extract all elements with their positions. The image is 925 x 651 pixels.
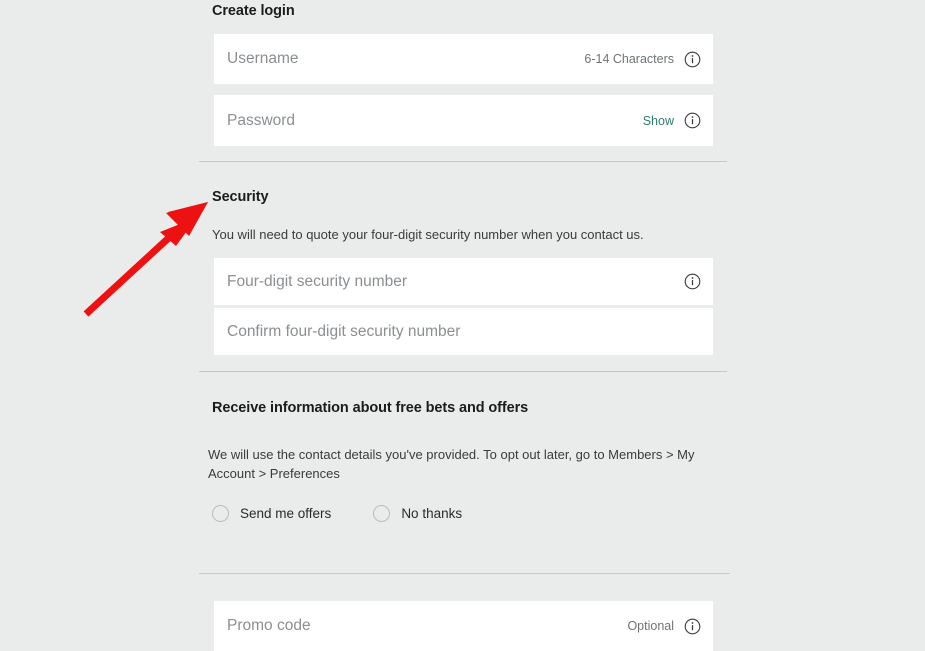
info-circle-icon[interactable] bbox=[684, 51, 701, 68]
info-circle-icon[interactable] bbox=[684, 618, 701, 635]
promo-code-hint: Optional bbox=[627, 619, 674, 633]
security-heading: Security bbox=[212, 189, 269, 205]
username-placeholder: Username bbox=[227, 50, 299, 67]
divider-after-offers bbox=[199, 573, 730, 574]
four-digit-security-number-field[interactable]: Four-digit security number bbox=[214, 258, 713, 305]
password-placeholder: Password bbox=[227, 111, 296, 129]
radio-send-me-offers-label: Send me offers bbox=[240, 506, 332, 521]
username-field[interactable]: Username 6-14 Characters bbox=[214, 34, 713, 84]
four-digit-security-number-placeholder: Four-digit security number bbox=[227, 272, 408, 290]
divider-after-create-login bbox=[199, 161, 727, 162]
radio-circle[interactable] bbox=[212, 505, 229, 522]
offers-heading: Receive information about free bets and … bbox=[212, 400, 529, 416]
username-hint: 6-14 Characters bbox=[584, 52, 674, 66]
radio-no-thanks[interactable]: No thanks bbox=[373, 505, 462, 522]
radio-circle[interactable] bbox=[373, 505, 391, 522]
radio-send-me-offers[interactable]: Send me offers bbox=[212, 505, 331, 522]
offers-radio-row: Send me offers No thanks bbox=[212, 505, 462, 522]
create-login-heading: Create login bbox=[212, 3, 295, 19]
confirm-four-digit-security-number-placeholder: Confirm four-digit security number bbox=[227, 322, 461, 340]
registration-form-page: Create login Username 6-14 Characters Pa… bbox=[0, 0, 925, 651]
radio-no-thanks-label: No thanks bbox=[401, 506, 463, 521]
divider-after-security bbox=[199, 371, 727, 372]
password-show-link[interactable]: Show bbox=[643, 114, 674, 128]
password-field[interactable]: Password Show bbox=[214, 95, 713, 146]
promo-code-field[interactable]: Promo code Optional bbox=[214, 601, 713, 651]
info-circle-icon[interactable] bbox=[684, 273, 701, 290]
offers-note: We will use the contact details you've p… bbox=[208, 447, 695, 481]
confirm-four-digit-security-number-field[interactable]: Confirm four-digit security number bbox=[214, 308, 713, 355]
promo-code-placeholder: Promo code bbox=[227, 617, 311, 634]
info-circle-icon[interactable] bbox=[684, 112, 701, 129]
security-note: You will need to quote your four-digit s… bbox=[212, 227, 644, 242]
